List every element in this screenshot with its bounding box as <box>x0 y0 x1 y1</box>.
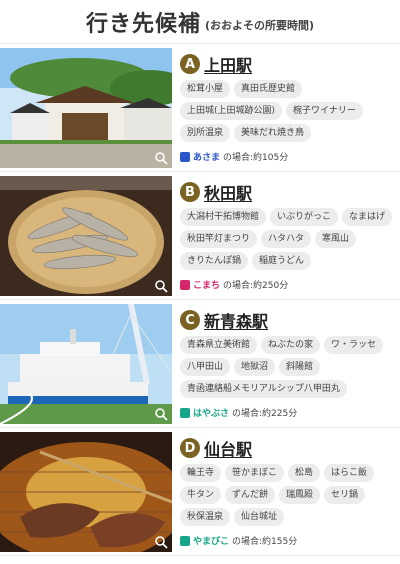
spot-chip[interactable]: 秋保温泉 <box>180 508 231 526</box>
page-title: 行き先候補 <box>85 11 201 37</box>
train-duration: こまち の場合:約250分 <box>180 278 288 291</box>
train-icon <box>180 407 190 418</box>
train-duration: あさま の場合:約105分 <box>180 150 288 163</box>
travel-time: の場合:約105分 <box>223 153 289 163</box>
spot-chip[interactable]: ねぶたの家 <box>261 336 321 354</box>
spot-chip[interactable]: 大潟村干拓博物館 <box>180 208 267 226</box>
train-name: やまびこ <box>193 537 230 547</box>
spot-chips: 輪王寺 笹かまぼこ 松島 はらこ飯 牛タン ずんだ餅 瑞鳳殿 セリ鍋 秋保温泉 … <box>180 464 396 526</box>
destination-name-link[interactable]: 秋田駅 <box>204 180 252 204</box>
destination-card-ueda: A 上田駅 松茸小屋 真田氏歴史館 上田城(上田城跡公園) 椀子ワイナリー 別所… <box>0 44 400 172</box>
destination-info: C 新青森駅 青森県立美術館 ねぶたの家 ワ・ラッセ 八甲田山 地獄沼 斜陽館 … <box>180 308 396 419</box>
spot-chips: 大潟村干拓博物館 いぶりがっこ なまはげ 秋田竿灯まつり ハタハタ 寒風山 きり… <box>180 208 396 270</box>
spot-chip[interactable]: ハタハタ <box>261 230 312 248</box>
letter-badge: B <box>180 182 200 202</box>
destination-info: B 秋田駅 大潟村干拓博物館 いぶりがっこ なまはげ 秋田竿灯まつり ハタハタ … <box>180 180 396 291</box>
photo-memorial-ship[interactable] <box>0 304 172 424</box>
spot-chip[interactable]: はらこ飯 <box>324 464 375 482</box>
spot-chip[interactable]: 椀子ワイナリー <box>286 102 363 120</box>
train-icon <box>180 279 190 290</box>
spot-chip[interactable]: 地獄沼 <box>234 358 276 376</box>
destination-card-akita: B 秋田駅 大潟村干拓博物館 いぶりがっこ なまはげ 秋田竿灯まつり ハタハタ … <box>0 172 400 300</box>
destination-name-link[interactable]: 仙台駅 <box>204 436 252 460</box>
spot-chip[interactable]: 寒風山 <box>315 230 357 248</box>
photo-grilled-beef-tongue[interactable] <box>0 432 172 552</box>
spot-chip[interactable]: 輪王寺 <box>180 464 222 482</box>
destination-name-link[interactable]: 上田駅 <box>204 52 252 76</box>
spot-chip[interactable]: 瑞鳳殿 <box>279 486 321 504</box>
spot-chip[interactable]: 笹かまぼこ <box>225 464 285 482</box>
spot-chips: 松茸小屋 真田氏歴史館 上田城(上田城跡公園) 椀子ワイナリー 別所温泉 美味だ… <box>180 80 396 142</box>
train-name: はやぶさ <box>193 409 230 419</box>
spot-chip[interactable]: 青函連絡船メモリアルシップ八甲田丸 <box>180 380 347 398</box>
spot-chip[interactable]: 真田氏歴史館 <box>234 80 303 98</box>
zoom-icon[interactable] <box>154 407 168 421</box>
spot-chip[interactable]: 別所温泉 <box>180 124 231 142</box>
zoom-icon[interactable] <box>154 279 168 293</box>
spot-chip[interactable]: 八甲田山 <box>180 358 231 376</box>
spot-chip[interactable]: 牛タン <box>180 486 222 504</box>
spot-chip[interactable]: 松茸小屋 <box>180 80 231 98</box>
spot-chip[interactable]: ずんだ餅 <box>225 486 276 504</box>
spot-chip[interactable]: ワ・ラッセ <box>324 336 384 354</box>
spot-chip[interactable]: きりたんぽ鍋 <box>180 252 249 270</box>
zoom-icon[interactable] <box>154 535 168 549</box>
destination-card-shin-aomori: C 新青森駅 青森県立美術館 ねぶたの家 ワ・ラッセ 八甲田山 地獄沼 斜陽館 … <box>0 300 400 428</box>
destination-name-link[interactable]: 新青森駅 <box>204 308 268 332</box>
spot-chip[interactable]: 青森県立美術館 <box>180 336 258 354</box>
train-duration: やまびこ の場合:約155分 <box>180 534 297 547</box>
travel-time: の場合:約225分 <box>232 409 298 419</box>
spot-chips: 青森県立美術館 ねぶたの家 ワ・ラッセ 八甲田山 地獄沼 斜陽館 青函連絡船メモ… <box>180 336 396 398</box>
zoom-icon[interactable] <box>154 151 168 165</box>
train-duration: はやぶさ の場合:約225分 <box>180 406 297 419</box>
letter-badge: C <box>180 310 200 330</box>
spot-chip[interactable]: 稲庭うどん <box>252 252 312 270</box>
spot-chip[interactable]: 上田城(上田城跡公園) <box>180 102 283 120</box>
travel-time: の場合:約250分 <box>223 281 289 291</box>
train-name: こまち <box>193 281 221 291</box>
destination-card-sendai: D 仙台駅 輪王寺 笹かまぼこ 松島 はらこ飯 牛タン ずんだ餅 瑞鳳殿 セリ鍋… <box>0 428 400 556</box>
photo-ueda-castle[interactable] <box>0 48 172 168</box>
train-icon <box>180 151 190 162</box>
spot-chip[interactable]: 松島 <box>288 464 321 482</box>
train-name: あさま <box>193 153 221 163</box>
destination-info: D 仙台駅 輪王寺 笹かまぼこ 松島 はらこ飯 牛タン ずんだ餅 瑞鳳殿 セリ鍋… <box>180 436 396 547</box>
letter-badge: A <box>180 54 200 74</box>
page-header: 行き先候補 (おおよその所要時間) <box>0 0 400 44</box>
letter-badge: D <box>180 438 200 458</box>
spot-chip[interactable]: 仙台城址 <box>234 508 285 526</box>
spot-chip[interactable]: セリ鍋 <box>324 486 366 504</box>
spot-chip[interactable]: いぶりがっこ <box>270 208 339 226</box>
spot-chip[interactable]: 秋田竿灯まつり <box>180 230 258 248</box>
train-icon <box>180 535 190 546</box>
spot-chip[interactable]: 美味だれ焼き鳥 <box>234 124 312 142</box>
destination-info: A 上田駅 松茸小屋 真田氏歴史館 上田城(上田城跡公園) 椀子ワイナリー 別所… <box>180 52 396 163</box>
spot-chip[interactable]: なまはげ <box>342 208 393 226</box>
photo-grilled-fish[interactable] <box>0 176 172 296</box>
spot-chip[interactable]: 斜陽館 <box>279 358 321 376</box>
travel-time: の場合:約155分 <box>232 537 298 547</box>
page-subtitle: (おおよその所要時間) <box>204 18 315 32</box>
